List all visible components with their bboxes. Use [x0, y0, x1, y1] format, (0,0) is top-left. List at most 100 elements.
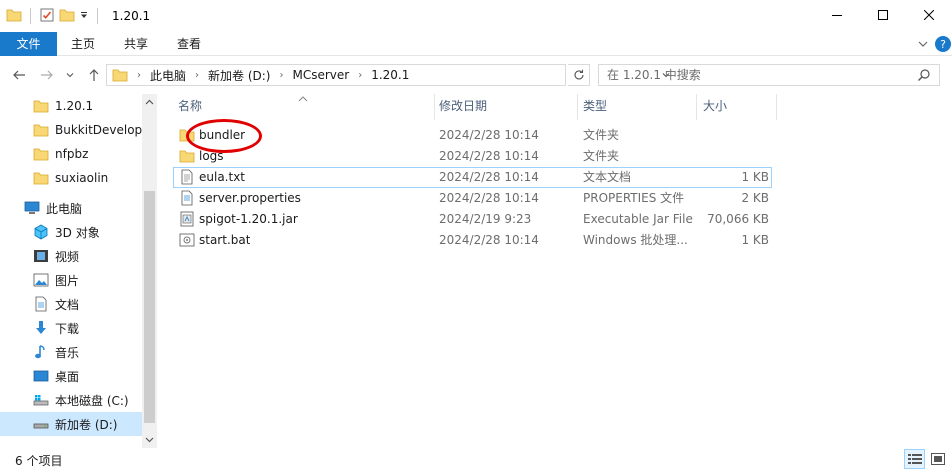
recent-locations-button[interactable]	[64, 66, 76, 84]
sidebar-item-videos[interactable]: 视频	[0, 244, 142, 268]
properties-icon[interactable]	[39, 7, 55, 26]
sidebar-item-label: BukkitDevelopers	[55, 123, 142, 137]
file-size	[695, 125, 769, 146]
status-bar: 6 个项目	[0, 448, 952, 471]
sidebar-item-label: 下载	[55, 321, 80, 336]
sidebar-item-this-pc[interactable]: 此电脑	[0, 196, 142, 220]
back-button[interactable]	[10, 66, 28, 84]
sidebar-item-pictures[interactable]: 图片	[0, 268, 142, 292]
chevron-right-icon[interactable]: ›	[358, 70, 362, 81]
desktop-icon	[33, 368, 49, 384]
sidebar-item-label: nfpbz	[55, 147, 89, 161]
large-icons-view-button[interactable]	[927, 449, 948, 469]
details-view-button[interactable]	[904, 449, 925, 469]
customize-toolbar-icon[interactable]	[79, 9, 89, 23]
item-count: 6 个项目	[15, 454, 63, 468]
arrow-up-icon	[89, 69, 99, 81]
annotation-circle	[186, 119, 262, 153]
file-type: PROPERTIES 文件	[583, 191, 685, 205]
search-box[interactable]	[598, 64, 940, 86]
sidebar-item-music[interactable]: 音乐	[0, 340, 142, 364]
sidebar-item-label: 桌面	[55, 369, 80, 384]
tab-home[interactable]: 主页	[61, 32, 105, 56]
file-type: Windows 批处理...	[583, 233, 688, 247]
refresh-button[interactable]	[568, 64, 590, 86]
breadcrumb-current[interactable]: 1.20.1	[371, 68, 409, 82]
sidebar-item-label: 新加卷 (D:)	[55, 417, 118, 432]
close-button[interactable]	[906, 0, 952, 30]
minimize-button[interactable]	[814, 0, 860, 30]
text-file-icon	[179, 169, 195, 186]
file-name: start.bat	[199, 233, 251, 247]
sidebar-item-local-disk-c[interactable]: 本地磁盘 (C:)	[0, 388, 142, 412]
folder-icon	[33, 98, 49, 114]
chevron-right-icon[interactable]: ›	[195, 70, 199, 81]
file-size: 2 KB	[741, 191, 769, 205]
music-icon	[33, 344, 49, 360]
sidebar-item-label: 音乐	[55, 345, 80, 360]
sidebar-item-nfpbz[interactable]: nfpbz	[0, 142, 142, 166]
sidebar-item-label: 文档	[55, 297, 80, 312]
column-header-name[interactable]: 名称	[178, 94, 428, 120]
file-name: server.properties	[199, 191, 301, 205]
window-title: 1.20.1	[112, 9, 151, 23]
tab-share[interactable]: 共享	[114, 32, 158, 56]
documents-icon	[33, 296, 49, 312]
sidebar-item-suxiaolin[interactable]: suxiaolin	[0, 166, 142, 190]
tab-view[interactable]: 查看	[167, 32, 211, 56]
breadcrumb-this-pc[interactable]: 此电脑	[150, 67, 186, 84]
expand-ribbon-icon[interactable]	[916, 37, 930, 54]
search-icon[interactable]	[917, 68, 931, 85]
file-row-server-properties[interactable]: server.properties 2024/2/28 10:14 PROPER…	[173, 188, 772, 209]
column-header-size[interactable]: 大小	[703, 94, 773, 120]
file-type: Executable Jar File	[583, 212, 693, 226]
address-bar[interactable]: › 此电脑 › 新加卷 (D:) › MCserver › 1.20.1	[106, 64, 670, 86]
scroll-thumb[interactable]	[144, 191, 155, 423]
file-name: spigot-1.20.1.jar	[199, 212, 298, 226]
file-date: 2024/2/28 10:14	[439, 233, 539, 247]
file-row-logs[interactable]: logs 2024/2/28 10:14 文件夹	[173, 146, 772, 167]
column-header-date[interactable]: 修改日期	[439, 94, 579, 120]
file-row-spigot-jar[interactable]: spigot-1.20.1.jar 2024/2/19 9:23 Executa…	[173, 209, 772, 230]
breadcrumb-mcserver[interactable]: MCserver	[292, 68, 349, 82]
video-icon	[33, 248, 49, 264]
scroll-down-button[interactable]	[142, 431, 157, 448]
sidebar-scrollbar[interactable]	[142, 94, 157, 448]
breadcrumb-drive-d[interactable]: 新加卷 (D:)	[208, 67, 270, 84]
new-folder-icon[interactable]	[59, 7, 75, 26]
file-row-bundler[interactable]: bundler 2024/2/28 10:14 文件夹	[173, 125, 772, 146]
navigation-bar: › 此电脑 › 新加卷 (D:) › MCserver › 1.20.1	[0, 56, 952, 94]
file-row-eula[interactable]: eula.txt 2024/2/28 10:14 文本文档 1 KB	[173, 167, 772, 188]
file-list: 名称 修改日期 类型 大小 bundler 2024/2/28 10:14 文件…	[170, 94, 952, 448]
folder-icon	[33, 146, 49, 162]
search-input[interactable]	[607, 65, 907, 85]
sidebar-item-3d-objects[interactable]: 3D 对象	[0, 220, 142, 244]
folder-icon	[112, 67, 128, 83]
drive-icon	[33, 416, 49, 432]
sidebar-item-label: 视频	[55, 249, 80, 264]
sidebar-item-label: 本地磁盘 (C:)	[55, 393, 129, 408]
properties-file-icon	[179, 190, 195, 207]
scroll-up-button[interactable]	[142, 94, 157, 111]
column-header-type[interactable]: 类型	[583, 94, 693, 120]
sidebar-item-bukkitdevelopers[interactable]: BukkitDevelopers	[0, 118, 142, 142]
sidebar-item-drive-d[interactable]: 新加卷 (D:)	[0, 412, 142, 436]
maximize-button[interactable]	[860, 0, 906, 30]
sidebar-item-1-20-1[interactable]: 1.20.1	[0, 94, 142, 118]
sidebar-item-downloads[interactable]: 下载	[0, 316, 142, 340]
file-size: 1 KB	[741, 233, 769, 247]
chevron-right-icon[interactable]: ›	[137, 70, 141, 81]
file-type: 文件夹	[583, 128, 620, 142]
forward-button[interactable]	[38, 66, 56, 84]
file-row-start-bat[interactable]: start.bat 2024/2/28 10:14 Windows 批处理...…	[173, 230, 772, 251]
chevron-up-icon	[145, 99, 154, 105]
details-view-icon	[907, 454, 922, 464]
sidebar-item-documents[interactable]: 文档	[0, 292, 142, 316]
chevron-right-icon[interactable]: ›	[279, 70, 283, 81]
sidebar-item-label: 图片	[55, 273, 80, 288]
up-button[interactable]	[85, 66, 103, 84]
sidebar-item-desktop[interactable]: 桌面	[0, 364, 142, 388]
download-icon	[33, 320, 49, 336]
help-icon[interactable]: ?	[934, 35, 952, 56]
tab-file[interactable]: 文件	[0, 32, 57, 56]
